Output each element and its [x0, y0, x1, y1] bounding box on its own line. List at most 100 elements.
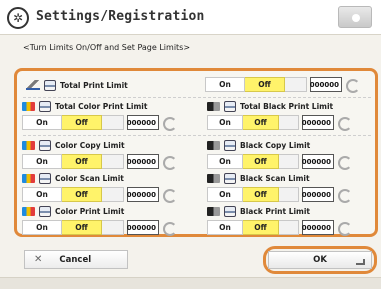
limit-label: Color Print Limit — [22, 205, 124, 217]
printer-icon — [39, 205, 51, 217]
limit-controls: On Off 000000 — [207, 154, 352, 170]
limit-controls: On Off 000000 — [22, 187, 177, 203]
copier-icon — [39, 139, 51, 151]
blank-segment — [279, 187, 299, 202]
reset-icon[interactable] — [337, 115, 352, 131]
ok-button[interactable]: OK — [268, 251, 372, 269]
page-limit-field[interactable]: 000000 — [310, 77, 342, 92]
page-title: Settings/Registration — [36, 9, 205, 24]
limit-label: Total Print Limit — [26, 79, 128, 91]
reset-icon[interactable] — [162, 115, 177, 131]
limit-label: Total Color Print Limit — [22, 100, 147, 112]
off-button[interactable]: Off — [243, 187, 279, 202]
limit-controls: On Off 000000 — [207, 115, 352, 131]
on-button[interactable]: On — [207, 115, 243, 130]
copier-icon — [224, 139, 236, 151]
limit-controls: On Off 000000 — [22, 154, 177, 170]
cancel-label: Cancel — [59, 254, 92, 265]
page-limit-field[interactable]: 000000 — [127, 220, 159, 235]
page-limit-field[interactable]: 000000 — [127, 187, 159, 202]
page-limit-field[interactable]: 000000 — [302, 187, 334, 202]
title-bar: ✲ Settings/Registration — [0, 0, 381, 35]
limit-row-color-copy: Color Copy Limit On Off 000000 — [22, 137, 197, 173]
reset-icon[interactable] — [162, 154, 177, 170]
printer-icon — [224, 205, 236, 217]
blank-segment — [102, 154, 124, 169]
reset-icon[interactable] — [337, 154, 352, 170]
reset-icon[interactable] — [162, 220, 177, 236]
divider — [23, 135, 371, 136]
limit-row-color-print: Color Print Limit On Off 000000 — [22, 203, 197, 239]
printer-icon — [224, 100, 236, 112]
reset-icon[interactable] — [345, 77, 360, 93]
page-limit-field[interactable]: 000000 — [127, 154, 159, 169]
limit-label: Color Scan Limit — [22, 172, 124, 184]
limit-controls: On Off 000000 — [207, 220, 352, 236]
scanner-icon — [39, 172, 51, 184]
page-limit-field[interactable]: 000000 — [127, 115, 159, 130]
printer-icon — [44, 79, 56, 91]
limit-row-total-black-print: Total Black Print Limit On Off 000000 — [207, 98, 377, 134]
limit-label: Color Copy Limit — [22, 139, 125, 151]
blank-segment — [279, 220, 299, 235]
on-button[interactable]: On — [22, 187, 62, 202]
black-icon — [207, 140, 220, 150]
blank-segment — [285, 77, 307, 92]
enter-icon — [356, 259, 365, 265]
limit-row-black-scan: Black Scan Limit On Off 000000 — [207, 170, 377, 206]
color-icon — [22, 101, 35, 111]
on-button[interactable]: On — [22, 154, 62, 169]
limit-row-black-print: Black Print Limit On Off 000000 — [207, 203, 377, 239]
limit-controls: On Off 000000 — [207, 187, 352, 203]
on-button[interactable]: On — [22, 220, 62, 235]
reset-icon[interactable] — [162, 187, 177, 203]
page-limit-field[interactable]: 000000 — [302, 154, 334, 169]
title-action-button[interactable] — [338, 6, 372, 28]
on-button[interactable]: On — [207, 154, 243, 169]
limit-label: Black Print Limit — [207, 205, 310, 217]
ok-button-highlight: OK — [263, 246, 377, 274]
reset-icon[interactable] — [337, 187, 352, 203]
pencil-icon — [26, 80, 40, 90]
settings-icon: ✲ — [7, 7, 29, 29]
off-button[interactable]: Off — [243, 154, 279, 169]
color-icon — [22, 140, 35, 150]
off-button[interactable]: Off — [62, 115, 102, 130]
cancel-button[interactable]: ✕ Cancel — [24, 250, 128, 269]
ok-label: OK — [313, 255, 327, 265]
reset-icon[interactable] — [337, 220, 352, 236]
limit-controls: On Off 000000 — [205, 77, 360, 93]
black-icon — [207, 206, 220, 216]
color-icon — [22, 173, 35, 183]
page-limit-field[interactable]: 000000 — [302, 220, 334, 235]
on-button[interactable]: On — [205, 77, 245, 92]
page-subtitle: <Turn Limits On/Off and Set Page Limits> — [23, 43, 191, 52]
off-button[interactable]: Off — [243, 115, 279, 130]
black-icon — [207, 173, 220, 183]
on-button[interactable]: On — [207, 187, 243, 202]
blank-segment — [102, 115, 124, 130]
scanner-icon — [224, 172, 236, 184]
off-button[interactable]: Off — [245, 77, 285, 92]
close-icon: ✕ — [34, 254, 43, 265]
limit-label: Black Scan Limit — [207, 172, 310, 184]
off-button[interactable]: Off — [62, 220, 102, 235]
limit-row-total-color-print: Total Color Print Limit On Off 000000 — [22, 98, 197, 134]
blank-segment — [279, 154, 299, 169]
limit-row-color-scan: Color Scan Limit On Off 000000 — [22, 170, 197, 206]
off-button[interactable]: Off — [62, 154, 102, 169]
limit-label: Black Copy Limit — [207, 139, 310, 151]
limits-panel: Total Print Limit On Off 000000 Total Co… — [14, 68, 378, 237]
page-limit-field[interactable]: 000000 — [302, 115, 334, 130]
limit-label: Total Black Print Limit — [207, 100, 333, 112]
blank-segment — [102, 220, 124, 235]
on-button[interactable]: On — [22, 115, 62, 130]
black-icon — [207, 101, 220, 111]
off-button[interactable]: Off — [243, 220, 279, 235]
limit-row-black-copy: Black Copy Limit On Off 000000 — [207, 137, 377, 173]
limit-controls: On Off 000000 — [22, 220, 177, 236]
off-button[interactable]: Off — [62, 187, 102, 202]
bottom-strip — [0, 277, 381, 289]
on-button[interactable]: On — [207, 220, 243, 235]
blank-segment — [279, 115, 299, 130]
